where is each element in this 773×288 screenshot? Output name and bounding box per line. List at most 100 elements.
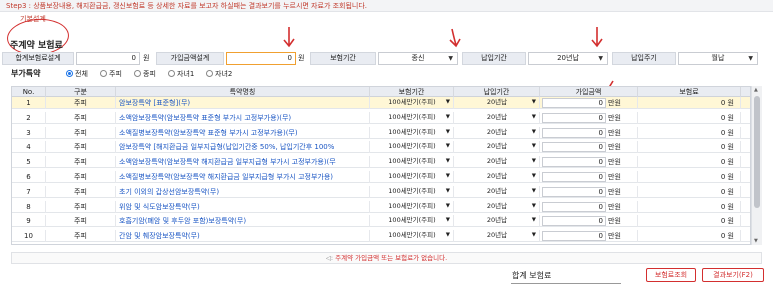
row-premium: 0 원 — [638, 215, 741, 228]
header-amount: 가입금액 — [540, 87, 638, 97]
result-view-button[interactable]: 결과보기(F2) — [702, 268, 764, 282]
insured-amount-input[interactable]: 0 — [226, 52, 296, 65]
row-period-select[interactable]: 100세만기(주피) ▼ — [372, 157, 452, 167]
rider-name-link[interactable]: 암보장특약 [해지환급금 일부지급형(납입기간중 50%, 납입기간후 100% — [116, 141, 370, 154]
row-type: 주피 — [46, 156, 116, 169]
row-payment-select[interactable]: 20년납 ▼ — [456, 113, 538, 123]
row-period-select[interactable]: 100세만기(주피) ▼ — [372, 202, 452, 212]
table-row[interactable]: 3 주피 소액질병보장특약(암보장특약 표준형 부가시 고정부가용)(무) 100세만… — [12, 126, 750, 139]
row-amount-unit: 만원 — [608, 158, 621, 167]
rider-name-link[interactable]: 호흡기암(폐암 및 후두암 포함)보장특약(무) — [116, 215, 370, 228]
table-row[interactable]: 4 주피 암보장특약 [해지환급금 일부지급형(납입기간중 50%, 납입기간후 1… — [12, 141, 750, 154]
chevron-down-icon: ▼ — [531, 113, 536, 120]
rider-name-link[interactable]: 소액질병보장특약(암보장특약 해지환급금 일부지급형 부가시 고정부가용) — [116, 171, 370, 183]
row-payment-select[interactable]: 20년납 ▼ — [456, 172, 538, 182]
payment-cycle-select[interactable]: 월납 ▼ — [678, 52, 758, 65]
row-amount-input[interactable]: 0 — [542, 98, 606, 108]
payment-period-label: 납입기간 — [462, 52, 526, 65]
row-premium: 0 원 — [638, 171, 741, 183]
table-row[interactable]: 7 주피 초기 이외의 갑상선암보장특약(무) 100세만기(주피) ▼ 20년납 ▼ 0 만원… — [12, 185, 750, 198]
row-amount-unit: 만원 — [608, 113, 621, 122]
insurance-period-select[interactable]: 종신 ▼ — [378, 52, 458, 65]
row-period-select[interactable]: 100세만기(주피) ▼ — [372, 216, 452, 226]
table-row[interactable]: 9 주피 호흡기암(폐암 및 후두암 포함)보장특약(무) 100세만기(주피) ▼ 20… — [12, 215, 750, 228]
filter-radio-child1[interactable]: 자녀1 — [168, 69, 194, 79]
row-amount-input[interactable]: 0 — [542, 142, 606, 153]
row-amount-input[interactable]: 0 — [542, 201, 606, 212]
total-premium-input[interactable]: 0 — [76, 52, 140, 65]
table-row[interactable]: 1 주피 암보장특약 [표준형](무) 100세만기(주피) ▼ 20년납 ▼ 0 만원 0 원 — [12, 97, 750, 109]
row-payment-select[interactable]: 20년납 ▼ — [456, 128, 538, 138]
row-amount-cell: 0 만원 — [540, 111, 638, 124]
filter-radio-child2[interactable]: 자녀2 — [206, 69, 232, 79]
row-period-cell: 100세만기(주피) ▼ — [370, 97, 454, 109]
row-payment-select[interactable]: 20년납 ▼ — [456, 142, 538, 152]
row-period-select[interactable]: 100세만기(주피) ▼ — [372, 128, 452, 138]
scroll-down-icon[interactable]: ▼ — [754, 238, 758, 244]
row-amount-input[interactable]: 0 — [542, 157, 606, 168]
row-period-cell: 100세만기(주피) ▼ — [370, 200, 454, 213]
rider-name-link[interactable]: 초기 이외의 갑상선암보장특약(무) — [116, 185, 370, 198]
rider-name-link[interactable]: 소액질병보장특약(암보장특약 표준형 부가시 고정부가용)(무) — [116, 126, 370, 139]
row-payment-select[interactable]: 20년납 ▼ — [456, 231, 538, 241]
table-row[interactable]: 5 주피 소액암보장특약(암보장특약 해지환급금 일부지급형 부가시 고정부가용)(… — [12, 156, 750, 169]
rider-name-link[interactable]: 간암 및 췌장암보장특약(무) — [116, 230, 370, 243]
row-payment-select[interactable]: 20년납 ▼ — [456, 202, 538, 212]
row-period-select[interactable]: 100세만기(주피) ▼ — [372, 172, 452, 182]
chevron-down-icon: ▼ — [531, 143, 536, 150]
row-type: 주피 — [46, 97, 116, 109]
row-period-select[interactable]: 100세만기(주피) ▼ — [372, 113, 452, 123]
radio-dot-icon — [206, 70, 213, 77]
row-period-select[interactable]: 100세만기(주피) ▼ — [372, 98, 452, 108]
rider-filter-row: 부가특약 전체 주피 종피 자녀1 자녀2 — [0, 68, 773, 80]
chevron-down-icon: ▼ — [531, 202, 536, 209]
rider-name-link[interactable]: 소액암보장특약(암보장특약 표준형 부가시 고정부가용)(무) — [116, 111, 370, 124]
row-amount-input[interactable]: 0 — [542, 231, 606, 242]
filter-radio-sub[interactable]: 종피 — [134, 69, 156, 79]
chevron-down-icon: ▼ — [531, 158, 536, 165]
chevron-down-icon: ▼ — [445, 202, 450, 209]
row-payment-select[interactable]: 20년납 ▼ — [456, 216, 538, 226]
header-period: 보험기간 — [370, 87, 454, 97]
rider-name-link[interactable]: 소액암보장특약(암보장특약 해지환급금 일부지급형 부가시 고정부가용)(무 — [116, 156, 370, 169]
row-amount-input[interactable]: 0 — [542, 172, 606, 182]
row-period-cell: 100세만기(주피) ▼ — [370, 156, 454, 169]
table-header: No. 구분 특약명칭 보험기간 납입기간 가입금액 보험료 — [12, 87, 750, 97]
row-payment-select[interactable]: 20년납 ▼ — [456, 98, 538, 108]
chevron-down-icon: ▼ — [531, 187, 536, 194]
table-row[interactable]: 6 주피 소액질병보장특약(암보장특약 해지환급금 일부지급형 부가시 고정부가용)… — [12, 171, 750, 183]
premium-lookup-button[interactable]: 보험료조회 — [646, 268, 696, 282]
rider-name-link[interactable]: 암보장특약 [표준형](무) — [116, 97, 370, 109]
row-payment-cell: 20년납 ▼ — [454, 171, 540, 183]
filter-radio-main[interactable]: 주피 — [100, 69, 122, 79]
table-scrollbar[interactable]: ▲ ▼ — [751, 86, 762, 245]
payment-period-select[interactable]: 20년납 ▼ — [528, 52, 608, 65]
row-amount-input[interactable]: 0 — [542, 112, 606, 123]
row-period-select[interactable]: 100세만기(주피) ▼ — [372, 231, 452, 241]
scroll-thumb[interactable] — [754, 96, 760, 208]
row-amount-input[interactable]: 0 — [542, 216, 606, 227]
row-period-select[interactable]: 100세만기(주피) ▼ — [372, 142, 452, 152]
filter-radio-all[interactable]: 전체 — [66, 69, 88, 79]
row-amount-input[interactable]: 0 — [542, 186, 606, 197]
chevron-down-icon: ▼ — [445, 232, 450, 239]
main-contract-form: 합계보험료설계 0 원 가입금액설계 0 원 보험기간 종신 ▼ 납입기간 20년… — [0, 52, 773, 65]
rider-name-link[interactable]: 위암 및 식도암보장특약(무) — [116, 200, 370, 213]
row-amount-cell: 0 만원 — [540, 230, 638, 243]
row-payment-cell: 20년납 ▼ — [454, 97, 540, 109]
row-premium: 0 원 — [638, 126, 741, 139]
row-payment-select[interactable]: 20년납 ▼ — [456, 157, 538, 167]
scroll-up-icon[interactable]: ▲ — [754, 87, 758, 93]
row-payment-cell: 20년납 ▼ — [454, 200, 540, 213]
annotation-arrow — [283, 27, 295, 48]
row-premium: 0 원 — [638, 230, 741, 243]
table-row[interactable]: 8 주피 위암 및 식도암보장특약(무) 100세만기(주피) ▼ 20년납 ▼ 0 만원 0 원 — [12, 200, 750, 213]
chevron-down-icon: ▼ — [748, 55, 753, 62]
rider-title: 부가특약 — [11, 69, 41, 78]
table-row[interactable]: 2 주피 소액암보장특약(암보장특약 표준형 부가시 고정부가용)(무) 100세만기… — [12, 111, 750, 124]
row-payment-select[interactable]: 20년납 ▼ — [456, 187, 538, 197]
row-premium: 0 원 — [638, 141, 741, 154]
row-period-select[interactable]: 100세만기(주피) ▼ — [372, 187, 452, 197]
table-row[interactable]: 10 주피 간암 및 췌장암보장특약(무) 100세만기(주피) ▼ 20년납 ▼ 0 만원 0 … — [12, 230, 750, 243]
row-amount-input[interactable]: 0 — [542, 127, 606, 138]
